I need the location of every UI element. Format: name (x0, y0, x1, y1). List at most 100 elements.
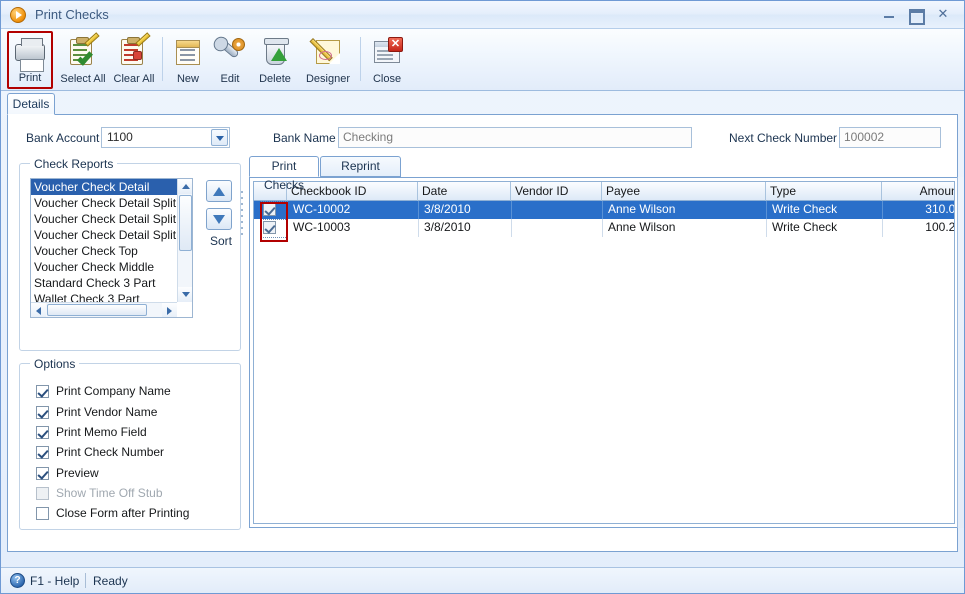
tab-print-checks[interactable]: Print Checks (249, 156, 319, 192)
close-toolbar-button[interactable]: ✕ Close (365, 32, 409, 88)
maximize-button[interactable] (904, 5, 926, 25)
new-button[interactable]: New (167, 32, 209, 88)
checkbox-column-annotation (260, 202, 288, 242)
check-reports-group: Check Reports Voucher Check Detail Vouch… (19, 157, 241, 351)
sort-down-button[interactable] (206, 208, 232, 230)
option-label: Print Memo Field (56, 425, 147, 439)
recycle-bin-icon (259, 36, 291, 68)
sort-up-button[interactable] (206, 180, 232, 202)
list-item[interactable]: Voucher Check Detail Split (31, 195, 192, 211)
column-header-payee[interactable]: Payee (602, 182, 766, 201)
window-title: Print Checks (35, 7, 109, 22)
vscroll-thumb[interactable] (179, 195, 192, 251)
sort-label: Sort (210, 234, 233, 248)
check-reports-title: Check Reports (30, 157, 118, 171)
list-item[interactable]: Voucher Check Top (31, 243, 192, 259)
title-bar: Print Checks ✕ (1, 1, 964, 29)
table-row[interactable]: WC-10003 3/8/2010 Anne Wilson Write Chec… (254, 219, 954, 237)
new-document-icon (172, 36, 204, 68)
help-label[interactable]: F1 - Help (30, 574, 79, 588)
cell-payee: Anne Wilson (608, 220, 676, 234)
cell-type: Write Check (772, 202, 838, 216)
option-label: Preview (56, 466, 99, 480)
delete-button[interactable]: Delete (251, 32, 299, 88)
status-bar: ? F1 - Help Ready (1, 567, 964, 593)
checkbox[interactable] (36, 406, 49, 419)
designer-ruler-icon (309, 36, 344, 68)
play-circle-icon (10, 7, 26, 23)
checkbox (36, 487, 49, 500)
status-divider (85, 573, 86, 588)
print-checks-window: Print Checks ✕ Print Select All Clear Al… (0, 0, 965, 594)
checks-grid: Checkbook ID Date Vendor ID Payee Type A… (249, 177, 959, 528)
designer-button[interactable]: Designer (299, 32, 357, 88)
column-header-checkbook-id[interactable]: Checkbook ID (287, 182, 418, 201)
cell-vendor-id (512, 219, 602, 237)
list-item[interactable]: Voucher Check Detail (31, 179, 192, 195)
list-vertical-scrollbar[interactable] (177, 179, 192, 302)
option-label: Print Check Number (56, 445, 165, 459)
cell-payee: Anne Wilson (608, 202, 676, 216)
checkbox[interactable] (36, 385, 49, 398)
column-header-date[interactable]: Date (418, 182, 511, 201)
clipboard-check-icon (67, 32, 100, 68)
cell-vendor-id (512, 201, 602, 219)
option-label: Show Time Off Stub (56, 486, 163, 500)
chevron-down-icon[interactable] (211, 129, 228, 146)
cell-amount: 310.00 (925, 202, 955, 216)
scroll-right-arrow[interactable] (162, 303, 177, 317)
cell-amount: 100.25 (925, 220, 955, 234)
status-message: Ready (93, 574, 128, 588)
bank-account-value: 1100 (107, 130, 133, 144)
scroll-down-arrow[interactable] (178, 287, 192, 302)
bank-name-label: Bank Name (273, 131, 336, 145)
checkbox[interactable] (36, 467, 49, 480)
toolbar-separator (162, 37, 163, 81)
bank-account-label: Bank Account (26, 131, 100, 145)
cell-date: 3/8/2010 (424, 202, 471, 216)
list-item[interactable]: Voucher Check Detail Split Middle (31, 211, 192, 227)
checkbox[interactable] (36, 426, 49, 439)
panel-splitter[interactable] (241, 191, 245, 351)
option-label: Print Vendor Name (56, 405, 158, 419)
tab-details[interactable]: Details (7, 93, 55, 115)
minimize-button[interactable] (878, 5, 900, 23)
print-button[interactable]: Print (7, 31, 53, 89)
tab-reprint-checks[interactable]: Reprint Checks (320, 156, 401, 192)
column-header-type[interactable]: Type (766, 182, 882, 201)
clipboard-eraser-icon (118, 32, 151, 68)
cell-date: 3/8/2010 (424, 220, 471, 234)
checkbox[interactable] (36, 446, 49, 459)
bank-name-input[interactable]: Checking (338, 127, 692, 148)
toolbar-separator-2 (360, 37, 361, 81)
list-item[interactable]: Voucher Check Middle (31, 259, 192, 275)
list-item[interactable]: Standard Check 3 Part (31, 275, 192, 291)
scroll-up-arrow[interactable] (178, 179, 192, 194)
next-check-number-input[interactable]: 100002 (839, 127, 941, 148)
checkbox[interactable] (36, 507, 49, 520)
close-window-icon: ✕ (371, 36, 403, 68)
options-title: Options (30, 357, 80, 371)
cell-checkbook-id: WC-10003 (293, 220, 351, 234)
options-group: Options Print Company Name Print Vendor … (19, 357, 241, 530)
list-horizontal-scrollbar[interactable] (31, 302, 177, 317)
bank-account-select[interactable]: 1100 (101, 127, 230, 148)
clear-all-button[interactable]: Clear All (109, 32, 159, 88)
edit-button[interactable]: Edit (209, 32, 251, 88)
select-all-button[interactable]: Select All (57, 32, 109, 88)
tab-strip: Details (7, 93, 958, 115)
next-check-number-label: Next Check Number (729, 131, 838, 145)
hscroll-thumb[interactable] (47, 304, 147, 316)
column-header-amount[interactable]: Amount (882, 182, 954, 201)
check-reports-list[interactable]: Voucher Check Detail Voucher Check Detai… (30, 178, 193, 318)
cell-checkbook-id: WC-10002 (293, 202, 351, 216)
table-row[interactable]: WC-10002 3/8/2010 Anne Wilson Write Chec… (254, 201, 954, 219)
close-button[interactable]: ✕ (932, 5, 954, 23)
grid-right-scroll-column[interactable] (957, 177, 964, 528)
scroll-left-arrow[interactable] (31, 303, 46, 317)
printer-icon (14, 37, 46, 72)
column-header-vendor-id[interactable]: Vendor ID (511, 182, 602, 201)
cell-type: Write Check (772, 220, 838, 234)
list-item[interactable]: Voucher Check Detail Split Bottom (31, 227, 192, 243)
question-mark-icon[interactable]: ? (10, 573, 25, 588)
